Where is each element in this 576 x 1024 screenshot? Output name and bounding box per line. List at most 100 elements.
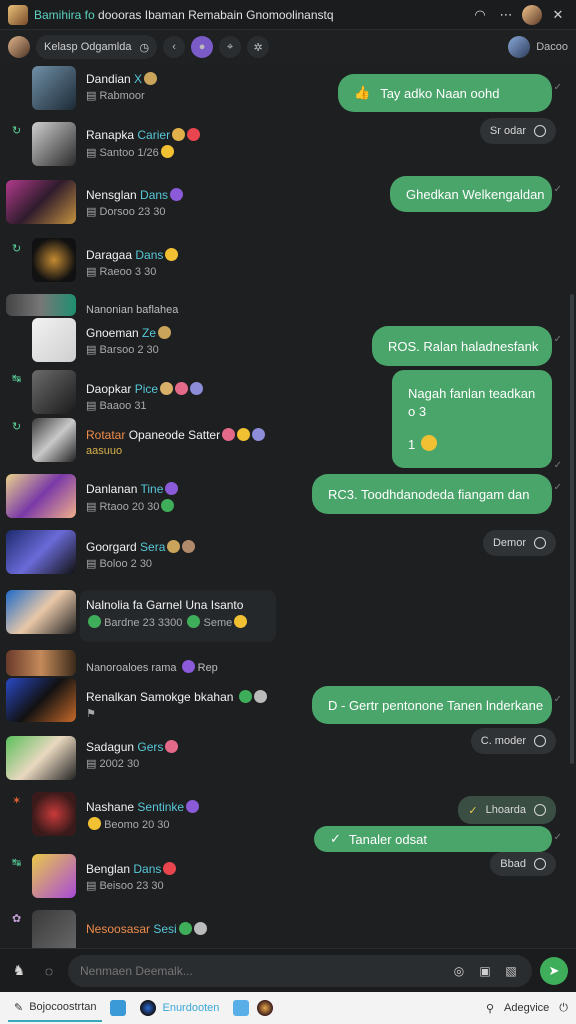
item-thumbnail[interactable] [6,294,76,316]
item-thumbnail[interactable] [32,318,76,362]
status-pill[interactable]: Bbad [490,852,556,876]
send-button[interactable]: ➤ [540,956,568,985]
search-pill[interactable]: Kelasp Odgamlda ◷ [36,35,158,59]
item-meta: ▤ Baaoo 31 [86,400,147,412]
clock-icon [534,125,546,137]
status-pill[interactable]: Sr odar [479,118,556,144]
item-thumbnail[interactable] [32,910,76,948]
item-thumbnail[interactable] [32,238,76,282]
item-name: Danlanan Tine [86,482,179,496]
chat-feed[interactable]: Dandian X ▤ Rabmoor ↻ Ranapka Carier ▤ S… [0,64,576,948]
read-check-icon: ✓ [553,482,562,493]
title-bar: Bamihira fo doooras Ibaman Remabain Gnom… [0,0,576,30]
read-check-icon: ✓ [553,832,562,843]
item-name: Daragaa Dans [86,248,179,262]
read-check-icon: ✓ [553,82,562,93]
pen-icon: ✎ [14,1001,24,1014]
item-meta: ▤ Raeoo 3 30 [86,266,157,278]
game-icon[interactable] [257,1000,274,1016]
item-name: Dandian X [86,72,158,86]
reply-icon: ↻ [12,421,22,433]
status-icon[interactable]: ● [191,36,214,58]
item-name: Daopkar Pice [86,382,204,396]
clock-icon: ◷ [139,41,150,54]
clock-icon [534,537,546,549]
image-icon[interactable]: ▣ [476,962,494,980]
check-icon: ✓ [330,831,341,846]
item-thumbnail[interactable] [6,530,76,574]
item-thumbnail[interactable] [32,122,76,166]
emoji-icon[interactable]: ◎ [450,962,468,980]
user-avatar[interactable] [522,4,542,25]
status-pill[interactable]: Demor [482,530,556,556]
taskbar-label: Adegvice [504,1002,550,1014]
bot-icon[interactable]: ♞ [8,960,30,982]
read-check-icon: ✓ [553,460,562,471]
power-icon[interactable]: ⏻ [559,1002,568,1015]
taskbar-item[interactable]: Enurdooten [134,994,225,1022]
item-meta: ▤ Rtaoo 20 30 [86,499,175,513]
settings-icon[interactable]: ✲ [247,36,270,58]
composer-bar: ♞ ◌ ◎ ▣ ▧ ➤ [0,948,576,992]
message-bubble[interactable]: D - Gertr pentonone Tanen lnderkane [312,686,552,724]
item-thumbnail[interactable] [6,590,76,634]
item-name: Nashane Sentinke [86,800,200,814]
attach-icon[interactable]: ▧ [502,962,520,980]
read-check-icon: ✓ [553,334,562,345]
item-thumbnail[interactable] [32,854,76,898]
check-icon: ✓ [468,804,478,817]
clock-icon [534,804,546,816]
profile-avatar[interactable] [8,36,30,58]
chat-icon[interactable]: ◌ [38,960,60,982]
item-thumbnail[interactable] [32,66,76,110]
star-icon: ✶ [12,795,22,807]
app-avatar [8,4,28,25]
message-input[interactable] [80,963,442,978]
item-name: Benglan Dans [86,862,177,876]
read-check-icon: ✓ [553,694,562,705]
scrollbar[interactable] [570,294,574,764]
message-bubble[interactable]: Nagah fanlan teadkan o 3 1 [392,370,552,468]
item-name: Nanonian baflahea [86,304,179,316]
message-bubble[interactable]: RC3. Toodhdanodeda fiangam dan [312,474,552,514]
pin-icon[interactable]: ⌖ [219,36,242,58]
item-name: Renalkan Samokge bkahan [86,690,267,704]
item-thumbnail[interactable] [32,370,76,414]
message-bubble[interactable]: ROS. Ralan haladnesfank [372,326,552,366]
item-thumbnail[interactable] [6,474,76,518]
item-thumbnail[interactable] [6,650,76,676]
back-icon[interactable]: ‹ [163,36,186,58]
status-pill[interactable]: C. moder [470,728,556,754]
item-meta: ▤ Rabmoor [86,90,145,102]
item-name: Sadagun Gers [86,740,179,754]
search-bar: Kelasp Odgamlda ◷ ‹ ● ⌖ ✲ Dacoo [0,30,576,64]
item-meta: ▤ Barsoo 2 30 [86,344,159,356]
message-bubble[interactable]: ✓ Tanaler odsat [314,826,552,852]
item-thumbnail[interactable] [6,180,76,224]
item-thumbnail[interactable] [32,418,76,462]
folder-icon[interactable] [233,1000,250,1016]
item-name: Nanoroaloes rama Rep [86,660,218,674]
close-icon[interactable]: ✕ [548,5,568,25]
headphones-icon[interactable]: ◠ [470,5,490,25]
item-meta: Beomo 20 30 [86,817,170,831]
more-icon[interactable]: ⋯ [496,5,516,25]
message-bubble[interactable]: Ghedkan Welkengaldan [390,176,552,212]
link-icon[interactable]: ⚲ [486,1002,494,1015]
thumbs-up-icon: 👍 [354,85,371,100]
item-thumbnail[interactable] [6,736,76,780]
item-name: Nesoosasar Sesi [86,922,207,936]
item-thumbnail[interactable] [32,792,76,836]
status-pill[interactable]: ✓ Lhoarda [458,796,556,824]
item-name: Ranapka Carier [86,128,201,142]
item-name: Goorgard Sera [86,540,196,554]
browser-icon [140,1000,157,1016]
message-input-wrap: ◎ ▣ ▧ [68,954,532,987]
search-label: Kelasp Odgamlda [44,41,132,53]
item-thumbnail[interactable] [6,678,76,722]
contact-avatar[interactable] [508,36,531,58]
app-icon[interactable] [110,1000,127,1016]
taskbar-item[interactable]: ✎ Bojocoostrtan [8,994,103,1022]
message-bubble[interactable]: 👍 Tay adko Naan oohd [338,74,552,112]
swap-icon: ↹ [12,373,22,385]
